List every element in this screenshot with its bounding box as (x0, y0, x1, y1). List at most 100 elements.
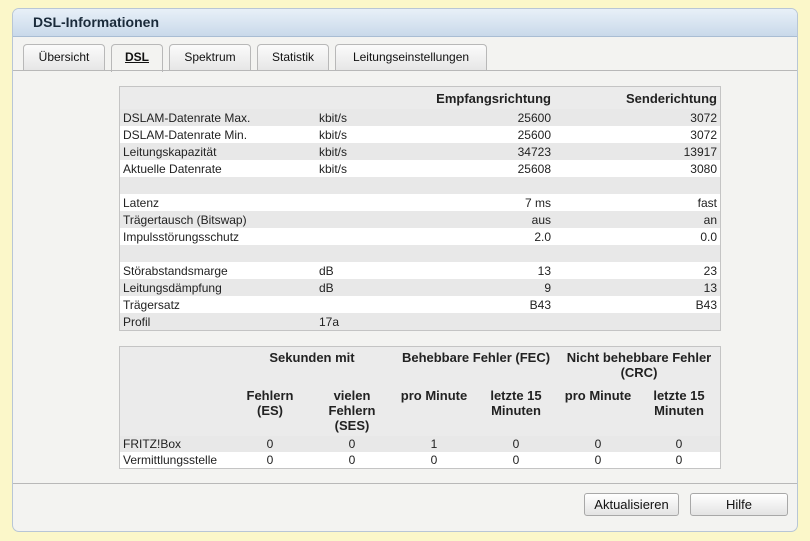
tab-statistik[interactable]: Statistik (257, 44, 329, 70)
col-header-fec-15min: letzte 15 Minuten (474, 382, 558, 436)
tab-dsl[interactable]: DSL (111, 44, 163, 72)
row-label: DSLAM-Datenrate Min. (123, 127, 248, 142)
row-unit (316, 296, 432, 313)
row-unit (316, 194, 432, 211)
table-row: Profil 17a (120, 313, 720, 330)
row-downstream: 7 ms (524, 195, 551, 210)
table-row (120, 177, 720, 194)
row-unit: kbit/s (319, 161, 348, 176)
tab-label: Übersicht (38, 50, 90, 64)
header-unit (316, 87, 432, 109)
row-label: Latenz (123, 195, 160, 210)
row-label (120, 245, 316, 262)
tab-label: Statistik (271, 50, 314, 64)
row-label: FRITZ!Box (120, 436, 230, 452)
table-row: Latenz 7 ms fast (120, 194, 720, 211)
group-header-fec: Behebbare Fehler (FEC) (394, 347, 558, 382)
dsl-info-table: Empfangsrichtung Senderichtung DSLAM-Dat… (119, 86, 721, 331)
header-empty (120, 382, 230, 436)
row-downstream (432, 313, 554, 330)
table-row: DSLAM-Datenrate Min. kbit/s 25600 3072 (120, 126, 720, 143)
tab-uebersicht[interactable]: Übersicht (23, 44, 105, 70)
button-divider (13, 483, 797, 484)
row-label: Vermittlungsstelle (123, 453, 218, 467)
error-value: 0 (675, 453, 683, 467)
error-value: 0 (430, 453, 438, 467)
header-empty (120, 347, 230, 382)
row-label: DSLAM-Datenrate Max. (120, 109, 316, 126)
dsl-info-panel: DSL-Informationen Übersicht DSL Spektrum… (12, 8, 798, 532)
table-row: Leitungsdämpfung dB 9 13 (120, 279, 720, 296)
row-upstream: 0.0 (700, 229, 717, 244)
col-header-crc-min: pro Minute (558, 382, 638, 436)
error-value: 0 (310, 436, 394, 452)
row-unit: 17a (316, 313, 432, 330)
row-unit: kbit/s (316, 143, 432, 160)
row-upstream: B43 (695, 297, 717, 312)
row-downstream (432, 245, 554, 262)
group-header-seconds: Sekunden mit (230, 347, 394, 382)
row-unit (316, 211, 432, 228)
row-upstream: 3072 (554, 109, 720, 126)
table-row (120, 245, 720, 262)
row-downstream: 25600 (432, 109, 554, 126)
row-unit (316, 228, 432, 245)
table-row: Leitungskapazität kbit/s 34723 13917 (120, 143, 720, 160)
error-value: 0 (512, 453, 520, 467)
tab-leitungseinstellungen[interactable]: Leitungseinstellungen (335, 44, 487, 70)
error-stats-table: Sekunden mit Behebbare Fehler (FEC) Nich… (119, 346, 721, 469)
row-unit: kbit/s (319, 127, 348, 142)
row-downstream: 34723 (432, 143, 554, 160)
row-upstream: 3072 (690, 127, 717, 142)
row-upstream: 3080 (690, 161, 717, 176)
row-unit (316, 177, 432, 194)
row-unit: dB (319, 263, 334, 278)
tab-spektrum[interactable]: Spektrum (169, 44, 251, 70)
row-downstream (432, 177, 554, 194)
row-upstream: 13 (554, 279, 720, 296)
table-row: Trägersatz B43 B43 (120, 296, 720, 313)
error-value: 0 (230, 436, 310, 452)
table-row: Aktuelle Datenrate kbit/s 25608 3080 (120, 160, 720, 177)
page-title: DSL-Informationen (13, 9, 797, 37)
refresh-button[interactable]: Aktualisieren (584, 493, 679, 516)
col-header-fec-min: pro Minute (394, 382, 474, 436)
error-value: 0 (474, 436, 558, 452)
row-label: Störabstandsmarge (123, 263, 228, 278)
row-unit (316, 245, 432, 262)
row-label: Profil (120, 313, 316, 330)
row-upstream (554, 177, 720, 194)
table-row: Störabstandsmarge dB 13 23 (120, 262, 720, 279)
row-label: Trägertausch (Bitswap) (120, 211, 316, 228)
header-downstream: Empfangsrichtung (432, 87, 554, 109)
group-header-crc: Nicht behebbare Fehler (CRC) (558, 347, 720, 382)
table-row: Impulsstörungsschutz 2.0 0.0 (120, 228, 720, 245)
row-downstream: aus (432, 211, 554, 228)
row-label: Aktuelle Datenrate (123, 161, 222, 176)
table-header-row: Empfangsrichtung Senderichtung (120, 87, 720, 109)
help-button[interactable]: Hilfe (690, 493, 788, 516)
row-upstream (554, 313, 720, 330)
error-value: 0 (638, 436, 720, 452)
row-upstream: fast (697, 195, 717, 210)
table-header-row: Sekunden mit Behebbare Fehler (FEC) Nich… (120, 347, 720, 382)
table-subheader-row: Fehlern (ES) vielen Fehlern (SES) pro Mi… (120, 382, 720, 436)
row-downstream: 25600 (517, 127, 551, 142)
error-value: 0 (594, 453, 602, 467)
tab-label: DSL (125, 50, 149, 64)
table-row: FRITZ!Box 0 0 1 0 0 0 (120, 436, 720, 452)
col-header-crc-15min: letzte 15 Minuten (638, 382, 720, 436)
error-value: 1 (394, 436, 474, 452)
row-upstream (554, 245, 720, 262)
row-downstream: 13 (537, 263, 551, 278)
row-upstream: 13917 (554, 143, 720, 160)
tab-label: Leitungseinstellungen (352, 50, 470, 64)
row-downstream: B43 (529, 297, 551, 312)
table-row: DSLAM-Datenrate Max. kbit/s 25600 3072 (120, 109, 720, 126)
row-downstream: 2.0 (534, 229, 551, 244)
row-upstream: 23 (703, 263, 717, 278)
row-upstream: an (554, 211, 720, 228)
header-label (120, 87, 316, 109)
row-label: Trägersatz (123, 297, 180, 312)
row-downstream: 25608 (517, 161, 551, 176)
